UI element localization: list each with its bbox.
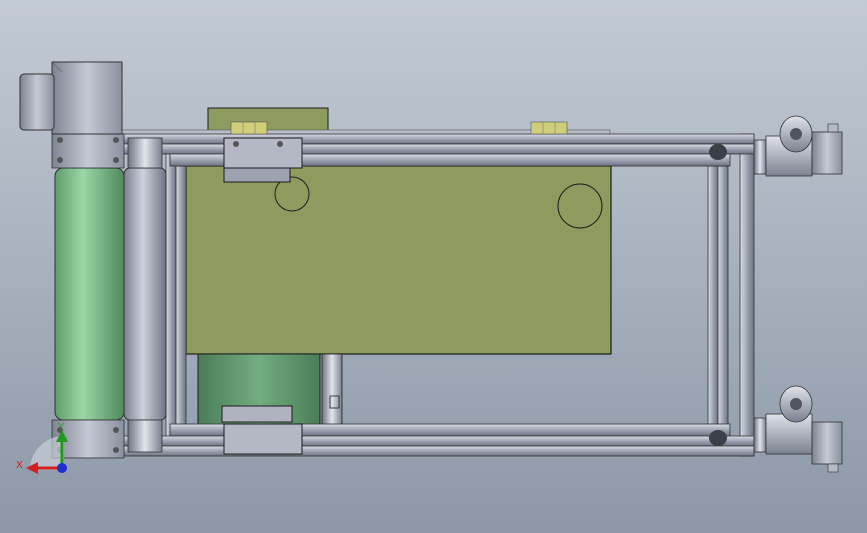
right-frame-upright-3 xyxy=(739,133,755,457)
left-frame-upright-inner xyxy=(175,165,187,427)
top-hinge-left xyxy=(230,121,268,135)
x-axis-label: X xyxy=(16,460,23,471)
top-rail-outer xyxy=(119,133,755,145)
top-rail-mid xyxy=(119,143,755,155)
idler-roller xyxy=(123,167,167,421)
bottom-carriage xyxy=(223,423,303,455)
top-rail-nut xyxy=(709,144,727,160)
idler-end-top xyxy=(127,137,163,169)
mounting-plate xyxy=(185,165,612,355)
top-carriage-bracket xyxy=(223,167,291,183)
bottom-rail-outer xyxy=(119,445,755,457)
right-frame-upright-1 xyxy=(707,165,719,427)
lower-block-clamp xyxy=(221,405,293,423)
top-hinge-right xyxy=(530,121,568,135)
idler-end-bottom xyxy=(127,419,163,453)
motor-body xyxy=(19,73,55,131)
bottom-rail-mid xyxy=(119,435,755,447)
gearbox xyxy=(51,61,123,135)
lower-post xyxy=(321,353,343,427)
top-plate-tab xyxy=(207,107,329,133)
left-frame-upright-outer xyxy=(165,137,177,451)
conveyor-assembly-view[interactable]: X Y xyxy=(0,0,867,533)
y-axis-label: Y xyxy=(57,422,65,433)
drive-roller xyxy=(54,167,125,421)
right-frame-upright-2 xyxy=(717,165,729,427)
cad-graphics-area[interactable]: X Y xyxy=(0,0,867,533)
bottom-rail-nut xyxy=(709,430,727,446)
